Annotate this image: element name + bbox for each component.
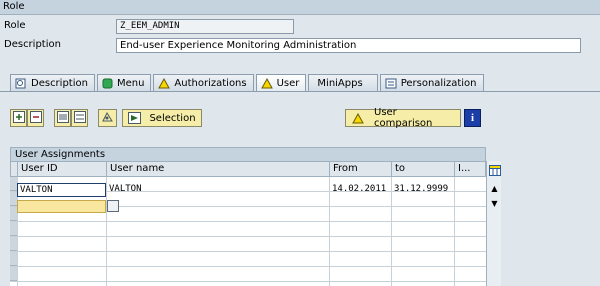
selection-button[interactable]: Selection bbox=[122, 109, 202, 127]
tab-menu-label: Menu bbox=[116, 77, 145, 89]
info-icon: i bbox=[470, 112, 475, 124]
tab-miniapps-label: MiniApps bbox=[317, 77, 363, 89]
column-divider bbox=[454, 177, 455, 286]
new-user-id-input[interactable] bbox=[17, 200, 106, 213]
tab-menu[interactable]: Menu bbox=[96, 74, 152, 91]
org-management-icon bbox=[101, 111, 114, 126]
delete-row-icon bbox=[29, 110, 42, 126]
description-field[interactable]: End-user Experience Monitoring Administr… bbox=[116, 38, 581, 53]
column-header-indirect[interactable]: I... bbox=[454, 161, 486, 177]
tab-personalization-label: Personalization bbox=[400, 77, 477, 89]
warning-triangle-icon bbox=[352, 112, 364, 124]
tab-authorizations-label: Authorizations bbox=[174, 77, 247, 89]
info-button[interactable]: i bbox=[464, 109, 481, 127]
tab-user[interactable]: User bbox=[255, 74, 307, 91]
role-row: Role Z_EEM_ADMIN bbox=[0, 18, 600, 35]
menu-icon bbox=[102, 78, 113, 89]
warning-triangle-icon bbox=[260, 77, 273, 89]
role-field[interactable]: Z_EEM_ADMIN bbox=[116, 19, 294, 34]
row-selector[interactable] bbox=[10, 252, 17, 266]
tab-description[interactable]: Description bbox=[10, 74, 95, 91]
tab-divider bbox=[0, 91, 600, 92]
description-row: Description End-user Experience Monitori… bbox=[0, 37, 600, 54]
deselect-all-icon bbox=[73, 110, 86, 126]
user-comparison-button[interactable]: User comparison bbox=[345, 107, 461, 129]
select-all-button[interactable] bbox=[54, 109, 71, 127]
row-selector[interactable] bbox=[10, 267, 17, 281]
from-date-cell[interactable]: 14.02.2011 bbox=[330, 182, 391, 197]
tab-personalization[interactable]: Personalization bbox=[379, 74, 484, 91]
column-header-user-name[interactable]: User name bbox=[106, 161, 330, 177]
tab-description-label: Description bbox=[31, 77, 88, 89]
scroll-up-icon[interactable]: ▲ bbox=[487, 181, 502, 195]
tab-authorizations[interactable]: Authorizations bbox=[153, 74, 254, 91]
role-section-header: Role bbox=[0, 0, 600, 15]
row-selector[interactable] bbox=[10, 207, 17, 221]
to-date-cell[interactable]: 31.12.9999 bbox=[392, 182, 454, 197]
table-title: User Assignments bbox=[10, 147, 486, 161]
row-selector[interactable] bbox=[10, 237, 17, 251]
tab-strip: Description Menu Authorizations User Min… bbox=[10, 74, 486, 91]
tab-miniapps[interactable]: MiniApps bbox=[308, 74, 378, 91]
selection-button-label: Selection bbox=[149, 112, 196, 124]
insert-row-button[interactable] bbox=[10, 109, 27, 127]
user-comparison-label: User comparison bbox=[374, 107, 433, 129]
user-id-input[interactable]: VALTON bbox=[17, 183, 106, 197]
row-selector[interactable] bbox=[10, 177, 17, 191]
deselect-all-button[interactable] bbox=[71, 109, 88, 127]
column-header-user-id[interactable]: User ID bbox=[17, 161, 107, 177]
row-selector[interactable] bbox=[10, 222, 17, 236]
value-help-icon[interactable] bbox=[107, 200, 119, 212]
row-selector[interactable] bbox=[10, 192, 17, 206]
delete-row-button[interactable] bbox=[27, 109, 44, 127]
personalization-icon bbox=[385, 78, 397, 89]
table-vertical-scrollbar[interactable]: ▲ ▼ bbox=[486, 161, 501, 286]
scroll-down-icon[interactable]: ▼ bbox=[487, 196, 502, 210]
selection-icon bbox=[128, 112, 142, 124]
description-label: Description bbox=[4, 39, 61, 50]
user-name-cell: VALTON bbox=[109, 184, 142, 194]
column-config-icon[interactable] bbox=[487, 163, 502, 177]
role-label: Role bbox=[4, 20, 26, 31]
select-all-icon bbox=[56, 110, 69, 126]
warning-triangle-icon bbox=[158, 77, 171, 89]
insert-row-icon bbox=[12, 110, 25, 126]
tab-user-label: User bbox=[276, 77, 300, 89]
description-icon bbox=[15, 78, 27, 89]
column-header-to[interactable]: to bbox=[391, 161, 455, 177]
column-header-from[interactable]: From bbox=[329, 161, 392, 177]
org-management-button[interactable] bbox=[98, 109, 117, 127]
